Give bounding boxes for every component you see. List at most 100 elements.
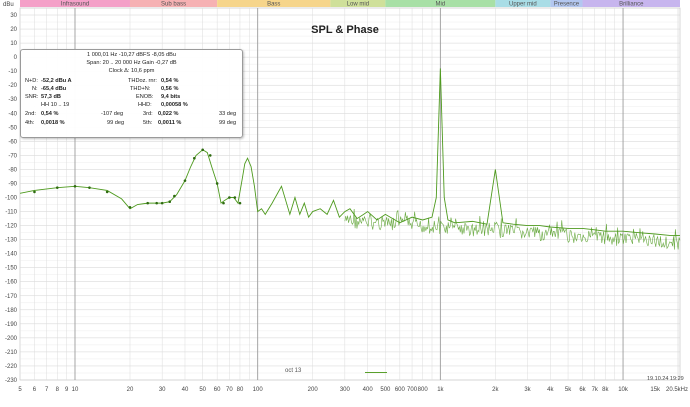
band-label: Low mid [347,2,369,8]
nd-label: N+D: [25,78,38,84]
series-marker [155,201,158,205]
x-tick-label: 15k [650,387,661,393]
y-tick-label: -220 [5,364,18,370]
y-tick-label: -40 [8,111,17,117]
h4-phase: 99 deg [107,120,125,126]
noise-floor-texture [344,208,681,250]
thd-value: 0,54 % [161,78,179,84]
h5-phase: 99 deg [219,120,237,126]
x-tick-label: 300 [340,387,351,393]
info-line-1: 1 000,01 Hz -10,27 dBFS -8,05 dBu [87,52,176,58]
y-tick-label: -90 [8,181,17,187]
h5-label: 5th: [143,120,153,126]
y-tick-label: -100 [5,196,18,202]
series-marker [238,201,242,205]
y-tick-label: -210 [5,350,18,356]
x-tick-label: 8k [602,387,609,393]
thdn-label: THD+N: [130,86,151,92]
y-tick-label: -50 [8,125,17,131]
y-tick-label: -60 [8,139,17,145]
y-axis-unit-label: dBu [3,2,14,8]
series-marker [128,206,132,209]
band-label: Presence [554,2,580,8]
series-marker [55,186,59,189]
y-tick-label: -230 [5,378,18,384]
x-tick-label: 5k [565,387,572,393]
x-axis-ticks: 5 6 7 8 9 10 20 30 40 50 60 70 80 100 200 300 400 500 600 7… [18,387,688,393]
frequency-band-bar: Infrasound Sub bass Bass Low mid Mid Upper mi… [20,0,680,8]
series-marker [222,201,225,205]
enob-label: ENOB: [136,94,154,100]
timestamp: 19.10.24 19:29 [647,376,684,382]
hhd-label: HHD: [138,102,152,108]
series-marker [73,184,77,188]
x-tick-label: 10 [72,387,79,393]
y-tick-label: -110 [5,210,17,216]
band-label: Brilliance [619,2,644,8]
x-tick-label: 8 [56,387,60,393]
series-marker [146,201,149,205]
h2-value: 0,54 % [41,111,59,117]
y-tick-label: -30 [8,97,17,103]
h3-label: 3rd: [143,111,153,117]
x-tick-label: 100 [253,387,264,393]
y-tick-label: 0 [14,55,18,61]
n-value: -65,4 dBu [41,86,67,92]
nd-value: -52,2 dBu A [41,78,72,84]
x-tick-label: 7k [592,387,599,393]
x-tick-label: 500 [380,387,391,393]
y-tick-label: -10 [8,69,17,75]
band-label: Sub bass [161,2,186,8]
h5-value: 0,0011 % [158,120,182,126]
y-tick-label: -140 [5,252,18,258]
legend-line-swatch [365,372,387,373]
measurement-info-box: 1 000,01 Hz -10,27 dBFS -8,05 dBu Span: … [20,49,243,138]
band-label: Infrasound [61,2,89,8]
snr-label: SNR: [25,94,39,100]
snr-value: 57,3 dB [41,94,61,100]
enob-value: 9,4 bits [161,94,181,100]
chart-title: SPL & Phase [311,24,379,36]
thd-label: THDoz. rnr: [128,78,157,84]
x-tick-label: 20.5kHz [666,387,688,393]
x-tick-label: 400 [363,387,374,393]
series-marker [33,190,36,194]
h3-phase: 33 deg [219,111,237,117]
series-marker [201,148,204,152]
series-marker [183,179,187,182]
legend-label[interactable]: oct 13 [285,368,301,374]
y-tick-label: -150 [5,266,18,272]
series-marker [228,196,231,199]
series-marker [208,154,212,157]
x-tick-label: 1k [437,387,444,393]
series-marker [105,190,109,194]
series-marker [193,156,196,160]
band-label: Upper mid [509,2,537,8]
h4-label: 4th: [25,120,35,126]
info-line-2: Span: 20 .. 20 000 Hz Gain -0,27 dB [86,60,177,66]
y-tick-label: -190 [5,322,18,328]
y-tick-label: -120 [5,224,18,230]
series-marker [215,182,219,185]
y-tick-label: 10 [10,41,17,47]
x-tick-label: 3k [524,387,531,393]
thdn-value: 0,56 % [161,86,179,92]
x-tick-label: 10k [618,387,629,393]
y-tick-label: -80 [8,167,17,173]
info-line-3: Clock Δ: 10,6 ppm [108,68,155,74]
x-tick-label: 2k [492,387,499,393]
x-tick-label: 5 [18,387,22,393]
hh-label: HH 10 .. 19 [41,102,70,108]
y-tick-label: -160 [5,280,18,286]
x-tick-label: 40 [182,387,189,393]
y-tick-label: -70 [8,153,17,159]
y-tick-label: -170 [5,294,18,300]
x-tick-label: 800 [418,387,429,393]
h3-value: 0,022 % [158,111,179,117]
x-tick-label: 80 [237,387,244,393]
x-tick-label: 600 [395,387,406,393]
x-tick-label: 30 [159,387,166,393]
h2-label: 2nd: [25,111,36,117]
series-marker [233,196,237,199]
y-axis-ticks: 30 20 10 0 -10 -20 -30 -40 -50 -60 -70 -80 -90 -100 -1… [5,13,18,384]
